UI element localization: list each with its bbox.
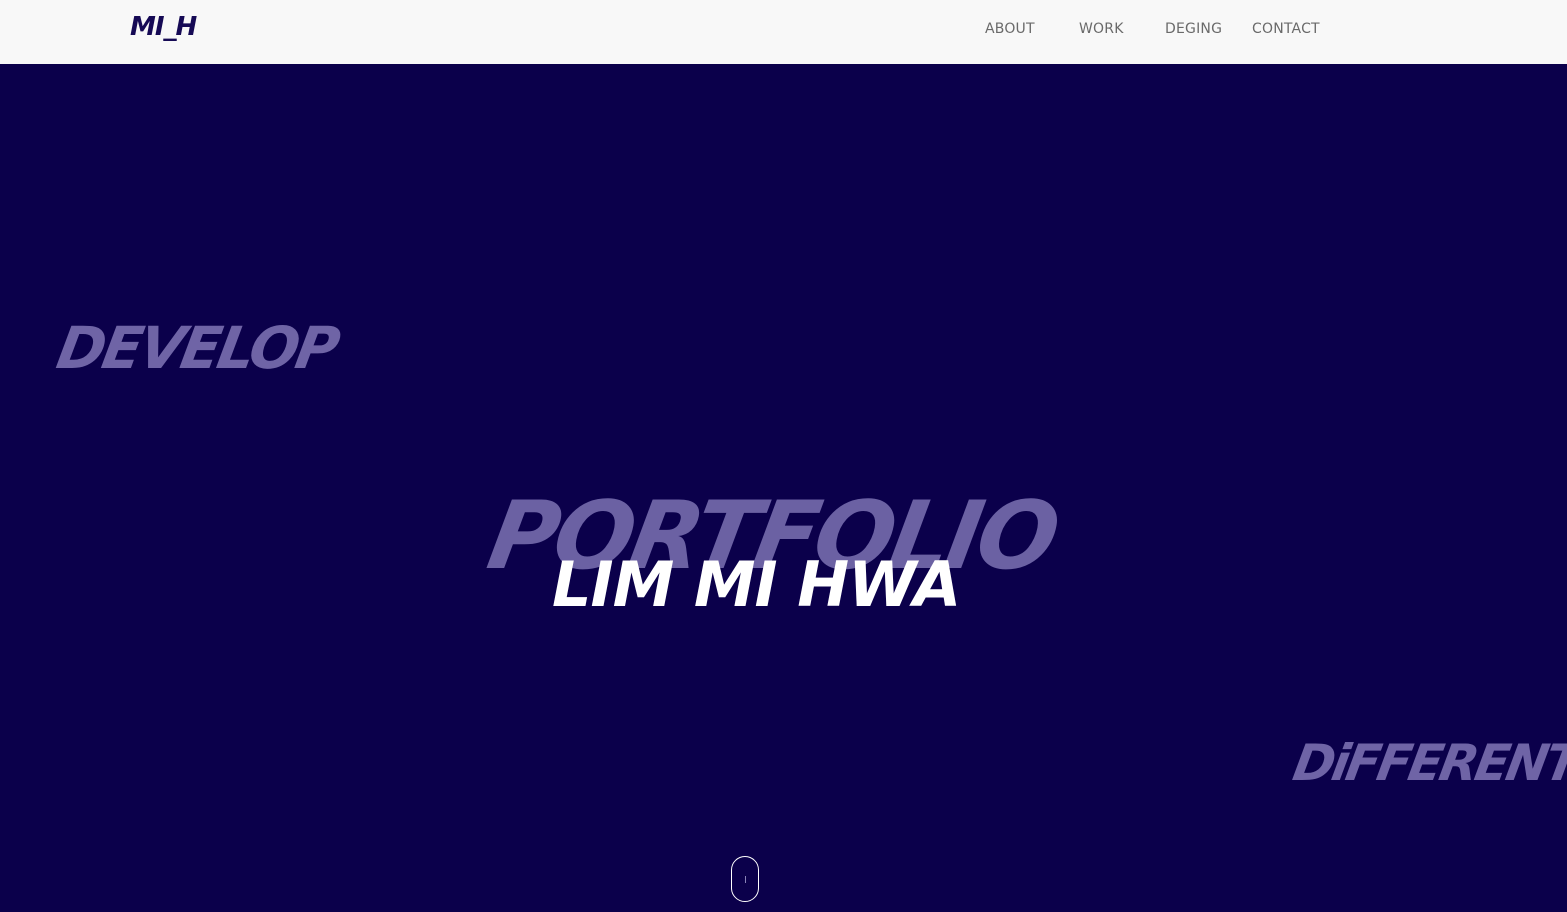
site-logo[interactable]: MI_H	[130, 12, 197, 42]
hero-section: DEVELOP PORTFOLIO LIM MI HWA DiFFERENT	[0, 64, 1567, 912]
scroll-wheel-dot	[744, 876, 746, 883]
hero-word-develop: DEVELOP	[52, 314, 342, 382]
top-navbar: MI_H ABOUT WORK DEGING CONTACT	[0, 0, 1567, 64]
nav-link-about[interactable]: ABOUT	[985, 21, 1035, 37]
nav-link-contact[interactable]: CONTACT	[1252, 21, 1320, 37]
mouse-scroll-icon[interactable]	[731, 856, 759, 902]
hero-word-different: DiFFERENT	[1288, 734, 1567, 792]
nav-link-work[interactable]: WORK	[1079, 21, 1124, 37]
hero-name-title: LIM MI HWA	[552, 548, 961, 621]
nav-link-deging[interactable]: DEGING	[1165, 21, 1222, 37]
